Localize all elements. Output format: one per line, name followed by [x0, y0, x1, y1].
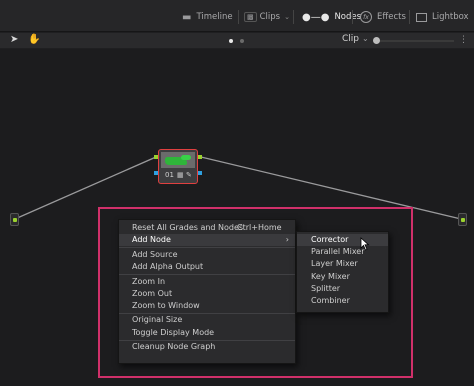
menu-item-toggle-display-mode[interactable]: Toggle Display Mode	[119, 327, 295, 339]
effects-tab[interactable]: fx Effects	[360, 9, 406, 25]
hand-tool-icon[interactable]: ✋	[28, 34, 40, 45]
mouse-cursor-icon	[360, 237, 370, 251]
node-rgb-input[interactable]	[154, 155, 158, 159]
clips-icon: ▩	[244, 12, 257, 22]
timeline-label: Timeline	[196, 12, 233, 22]
clip-mode-label[interactable]: Clip	[342, 34, 359, 44]
pointer-tool-icon[interactable]: ➤	[10, 34, 18, 45]
menu-item-original-size[interactable]: Original Size	[119, 314, 295, 326]
timeline-tab[interactable]: ▬ Timeline	[182, 9, 233, 25]
menu-item-add-node[interactable]: Add Node ›	[119, 234, 295, 247]
output-port[interactable]	[458, 213, 467, 226]
node-number: 01	[165, 171, 174, 179]
page-dot-active[interactable]	[229, 39, 233, 43]
chevron-right-icon: ›	[285, 235, 289, 245]
shortcut-label: Ctrl+Home	[237, 223, 282, 232]
submenu-item-splitter[interactable]: Splitter	[297, 283, 388, 295]
toolbar-divider	[409, 10, 410, 24]
effects-label: Effects	[377, 12, 406, 22]
zoom-slider-handle[interactable]	[373, 37, 380, 44]
options-icon[interactable]: ⋮	[459, 35, 468, 45]
submenu-item-parallel-mixer[interactable]: Parallel Mixer	[297, 246, 388, 258]
lightbox-label: Lightbox	[432, 12, 469, 22]
corrector-node[interactable]: 01 ▦ ✎	[158, 149, 198, 184]
submenu-item-combiner[interactable]: Combiner	[297, 295, 388, 307]
node-rgb-output[interactable]	[198, 155, 202, 159]
menu-item-zoom-in[interactable]: Zoom In	[119, 276, 295, 288]
edit-icon: ✎	[186, 171, 192, 179]
chevron-down-icon[interactable]: ⌄	[362, 34, 369, 43]
menu-item-zoom-out[interactable]: Zoom Out	[119, 288, 295, 300]
lightbox-icon	[416, 12, 427, 22]
lightbox-tab[interactable]: Lightbox	[416, 9, 469, 25]
toolbar-divider	[352, 10, 353, 24]
menu-item-reset-all[interactable]: Reset All Grades and Nodes Ctrl+Home	[119, 222, 295, 234]
clips-tab[interactable]: ▩ Clips ⌄	[244, 9, 290, 25]
menu-item-cleanup-node-graph[interactable]: Cleanup Node Graph	[119, 341, 295, 353]
source-pin	[13, 218, 17, 222]
top-toolbar: ▬ Timeline ▩ Clips ⌄ ●—● Nodes fx Effect…	[0, 0, 474, 32]
clips-label: Clips	[259, 12, 281, 22]
add-node-submenu: Corrector Parallel Mixer Layer Mixer Key…	[296, 231, 389, 313]
submenu-item-layer-mixer[interactable]: Layer Mixer	[297, 258, 388, 270]
effects-icon: fx	[360, 11, 372, 23]
node-thumbnail	[161, 152, 195, 168]
context-menu: Reset All Grades and Nodes Ctrl+Home Add…	[118, 219, 296, 364]
page-dot[interactable]	[240, 39, 244, 43]
lut-icon: ▦	[177, 171, 184, 179]
submenu-item-key-mixer[interactable]: Key Mixer	[297, 271, 388, 283]
node-key-input[interactable]	[154, 171, 158, 175]
timeline-icon: ▬	[182, 11, 192, 23]
zoom-slider[interactable]	[376, 40, 454, 42]
menu-item-add-alpha-output[interactable]: Add Alpha Output	[119, 261, 295, 273]
nodes-label: Nodes	[334, 12, 362, 22]
toolbar-divider	[238, 10, 239, 24]
node-key-output[interactable]	[198, 171, 202, 175]
submenu-item-corrector[interactable]: Corrector	[297, 234, 388, 247]
chevron-down-icon: ⌄	[284, 13, 290, 21]
menu-item-zoom-to-window[interactable]: Zoom to Window	[119, 300, 295, 312]
menu-item-add-source[interactable]: Add Source	[119, 249, 295, 261]
output-pin	[461, 218, 465, 222]
viewer-bar: ➤ ✋ Clip ⌄ ⋮	[0, 33, 474, 48]
source-input-port[interactable]	[10, 213, 19, 226]
toolbar-divider	[293, 10, 294, 24]
nodes-icon: ●—●	[302, 11, 330, 23]
